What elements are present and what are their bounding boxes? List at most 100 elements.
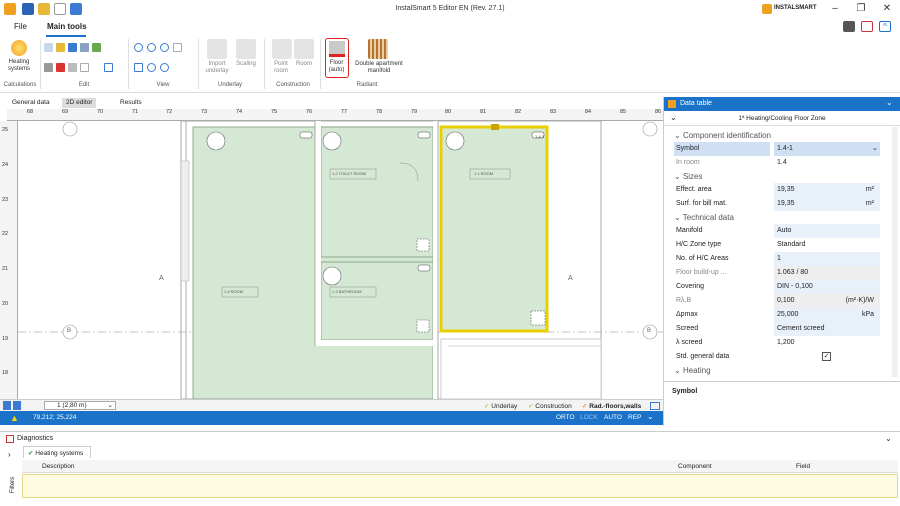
restore-button[interactable]: ❐ <box>854 3 868 15</box>
floor-buildup-value[interactable]: 1.063 / 80 <box>774 266 880 280</box>
panel-scrollbar[interactable] <box>892 127 898 377</box>
mirror-icon[interactable] <box>68 63 77 72</box>
level-select[interactable]: 1 (2,80 m) ⌄ <box>44 401 116 410</box>
row-surf-bill[interactable]: Surf. for bill mat. 19,35 m² <box>664 197 892 211</box>
undo-edit-icon[interactable] <box>68 43 77 52</box>
heating-systems-label: Heating systems <box>7 59 30 72</box>
mode-auto[interactable]: AUTO <box>604 414 622 421</box>
copy-icon[interactable] <box>44 43 53 52</box>
room-label-1-2[interactable]: 1.2 TOILET ROOM <box>332 171 366 176</box>
view-dropdown-icon[interactable] <box>173 43 182 52</box>
tab-heating-systems-diag[interactable]: ✔ Heating systems <box>23 446 91 458</box>
surf-bill-value[interactable]: 19,35 <box>774 197 880 211</box>
vertical-ruler: 25 24 23 22 21 20 19 18 <box>0 121 18 399</box>
mode-orto[interactable]: ORTO <box>556 414 575 421</box>
tab-results[interactable]: Results <box>116 98 146 108</box>
cut-icon[interactable] <box>44 63 53 72</box>
help-icon[interactable] <box>861 21 873 32</box>
warning-icon[interactable]: ▲ <box>10 413 19 423</box>
collapse-ribbon-icon[interactable]: ^ <box>879 21 891 32</box>
panel-chevron-icon[interactable]: ⌄ <box>886 98 893 107</box>
room-label-1-1[interactable]: 1.1 ROOM <box>474 171 493 176</box>
row-manifold[interactable]: Manifold Auto <box>664 224 892 238</box>
sun-icon <box>11 40 27 56</box>
symbol-value[interactable]: 1.4-1 <box>774 142 880 156</box>
layer-underlay[interactable]: ✓ Underlay <box>484 402 517 410</box>
import-underlay-button[interactable]: Import underlay <box>200 61 234 75</box>
level-up-icon[interactable] <box>3 401 11 410</box>
section-component-identification[interactable]: ⌄ Component identification <box>664 129 892 142</box>
panel-logo-icon <box>668 100 676 108</box>
text-icon[interactable] <box>104 63 113 72</box>
layer-construction[interactable]: ✓ Construction <box>528 402 572 410</box>
mode-rep[interactable]: REP <box>628 414 641 421</box>
row-zone-type[interactable]: H/C Zone type Standard <box>664 238 892 252</box>
col-field[interactable]: Field <box>796 463 810 470</box>
row-floor-buildup[interactable]: Floor build-up ... 1.063 / 80 <box>664 266 892 280</box>
point-room-button[interactable]: Point room <box>268 61 294 75</box>
section-sizes[interactable]: ⌄ Sizes <box>664 170 892 183</box>
filters-label[interactable]: Filters <box>10 477 16 493</box>
diagnostics-chevron-icon[interactable]: ⌄ <box>885 434 892 443</box>
zone-type-value[interactable]: Standard <box>774 238 880 252</box>
room-button[interactable]: Room <box>292 61 316 68</box>
lambda-screed-value[interactable]: 1,200 <box>774 336 880 350</box>
manifold-value[interactable]: Auto <box>774 224 880 238</box>
tab-2d-editor[interactable]: 2D editor <box>62 98 97 108</box>
match-icon[interactable] <box>92 43 101 52</box>
screed-value[interactable]: Cement screed <box>774 322 880 336</box>
row-hc-areas[interactable]: No. of H/C Areas 1 <box>664 252 892 266</box>
close-button[interactable]: ✕ <box>880 3 894 15</box>
paste-icon[interactable] <box>56 43 65 52</box>
mode-lock[interactable]: LOCK <box>580 414 598 421</box>
floor-auto-button[interactable]: Floor (auto) <box>325 38 349 78</box>
row-effect-area[interactable]: Effect. area 19,35 m² <box>664 183 892 197</box>
select-icon[interactable] <box>80 63 89 72</box>
row-covering[interactable]: Covering DIN - 0,100 <box>664 280 892 294</box>
col-description[interactable]: Description <box>42 463 75 470</box>
std-general-data-checkbox[interactable]: ✓ <box>822 352 831 361</box>
room-label-1-3[interactable]: 1.3 BATHROOM <box>332 289 362 294</box>
properties-icon[interactable] <box>80 43 89 52</box>
expand-arrow-icon[interactable]: › <box>8 450 11 459</box>
row-screed[interactable]: Screed Cement screed <box>664 322 892 336</box>
vruler-label: 23 <box>2 197 9 203</box>
symbol-dropdown-icon[interactable]: ⌄ <box>872 144 878 152</box>
tab-main-tools[interactable]: Main tools <box>47 22 87 31</box>
tab-general-data[interactable]: General data <box>8 98 54 108</box>
zoom-out-icon[interactable] <box>147 43 156 52</box>
zoom-in-icon[interactable] <box>134 43 143 52</box>
layer-rad-floors[interactable]: ✓ Rad.-floors,walls <box>582 402 641 410</box>
diag-header-row: Description Component Field <box>22 460 898 473</box>
scaling-button[interactable]: Scaling <box>232 61 260 68</box>
settings-icon[interactable] <box>843 21 855 32</box>
double-manifold-button[interactable]: Double apartment manifold <box>350 61 408 75</box>
scaling-icon <box>236 39 256 59</box>
pan-icon[interactable] <box>134 63 143 72</box>
effect-area-value[interactable]: 19,35 <box>774 183 880 197</box>
delete-icon[interactable] <box>56 63 65 72</box>
status-menu-chevron-icon[interactable]: ⌄ <box>647 412 654 421</box>
covering-value[interactable]: DIN - 0,100 <box>774 280 880 294</box>
row-r-lambda[interactable]: Rλ,B 0,100 (m²·K)/W <box>664 294 892 308</box>
col-component[interactable]: Component <box>678 463 712 470</box>
tab-file[interactable]: File <box>14 22 27 31</box>
zoom-extents-icon[interactable] <box>160 63 169 72</box>
row-dpmax[interactable]: Δpmax 25,000 kPa <box>664 308 892 322</box>
drawing-canvas[interactable]: A A B B 1.4 ROOM 1.3 BATHROOM 1.2 TOILET… <box>18 121 663 399</box>
zoom-all-icon[interactable] <box>147 63 156 72</box>
layers-panel-icon[interactable] <box>650 402 660 410</box>
zoom-window-icon[interactable] <box>160 43 169 52</box>
row-lambda-screed[interactable]: λ screed 1,200 <box>664 336 892 350</box>
zone-label-1-4-1[interactable]: 1.4-1 <box>535 134 544 139</box>
section-heating[interactable]: ⌄ Heating <box>664 364 892 377</box>
section-technical-data[interactable]: ⌄ Technical data <box>664 211 892 224</box>
level-down-icon[interactable] <box>13 401 21 410</box>
group-calculations: Calculations <box>3 82 37 88</box>
room-label-1-4[interactable]: 1.4 ROOM <box>224 289 243 294</box>
row-in-room: In room 1.4 <box>664 156 892 170</box>
row-std-general-data[interactable]: Std. general data ✓ <box>664 350 892 364</box>
row-symbol[interactable]: Symbol 1.4-1 ⌄ <box>664 142 892 156</box>
hc-areas-value[interactable]: 1 <box>774 252 880 266</box>
minimize-button[interactable]: – <box>828 3 842 15</box>
